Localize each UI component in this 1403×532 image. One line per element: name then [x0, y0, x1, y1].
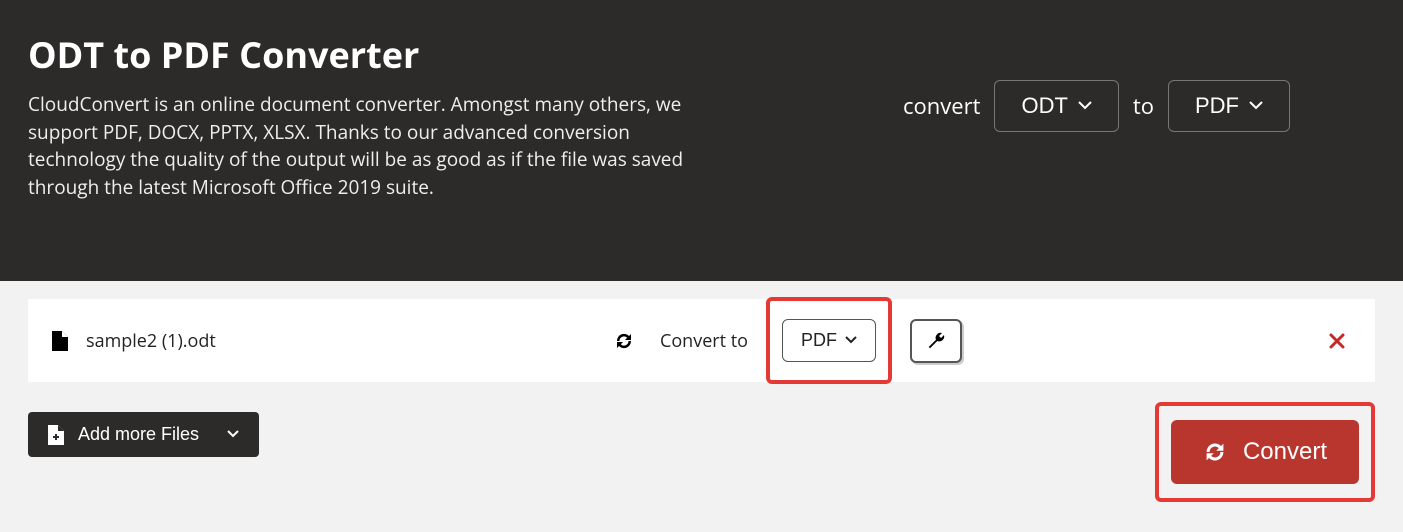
target-format-text: PDF — [801, 330, 837, 351]
file-icon — [52, 331, 68, 351]
to-label: to — [1133, 91, 1154, 121]
convert-label: Convert — [1243, 438, 1327, 466]
convert-bar: convert ODT to PDF — [903, 80, 1375, 132]
file-plus-icon — [48, 425, 64, 445]
to-format-text: PDF — [1195, 93, 1239, 119]
hero-section: ODT to PDF Converter CloudConvert is an … — [0, 0, 1403, 281]
page-title: ODT to PDF Converter — [28, 30, 688, 79]
add-more-label: Add more Files — [78, 424, 199, 445]
hero-text: ODT to PDF Converter CloudConvert is an … — [28, 30, 688, 201]
chevron-down-icon — [1078, 101, 1092, 111]
refresh-icon[interactable] — [614, 331, 634, 351]
wrench-icon — [926, 331, 946, 351]
chevron-down-icon — [845, 336, 857, 345]
convert-highlight: Convert — [1155, 402, 1375, 502]
target-format-dropdown[interactable]: PDF — [782, 319, 876, 362]
from-format-text: ODT — [1021, 93, 1067, 119]
options-button[interactable] — [910, 319, 962, 363]
main-area: sample2 (1).odt Convert to PDF — [0, 281, 1403, 532]
convert-label: convert — [903, 91, 980, 121]
to-format-dropdown[interactable]: PDF — [1168, 80, 1290, 132]
page-description: CloudConvert is an online document conve… — [28, 91, 688, 201]
bottom-row: Add more Files Convert — [28, 412, 1375, 502]
convert-button[interactable]: Convert — [1171, 420, 1359, 484]
remove-file-button[interactable] — [1323, 327, 1351, 355]
file-row: sample2 (1).odt Convert to PDF — [28, 299, 1375, 382]
convert-to-label: Convert to — [660, 329, 748, 353]
chevron-down-icon — [227, 430, 239, 439]
from-format-dropdown[interactable]: ODT — [994, 80, 1118, 132]
chevron-down-icon — [1249, 101, 1263, 111]
add-more-files-button[interactable]: Add more Files — [28, 412, 259, 457]
refresh-icon — [1203, 440, 1227, 464]
file-name: sample2 (1).odt — [86, 329, 596, 353]
close-icon — [1329, 333, 1345, 349]
target-format-highlight: PDF — [766, 297, 892, 384]
